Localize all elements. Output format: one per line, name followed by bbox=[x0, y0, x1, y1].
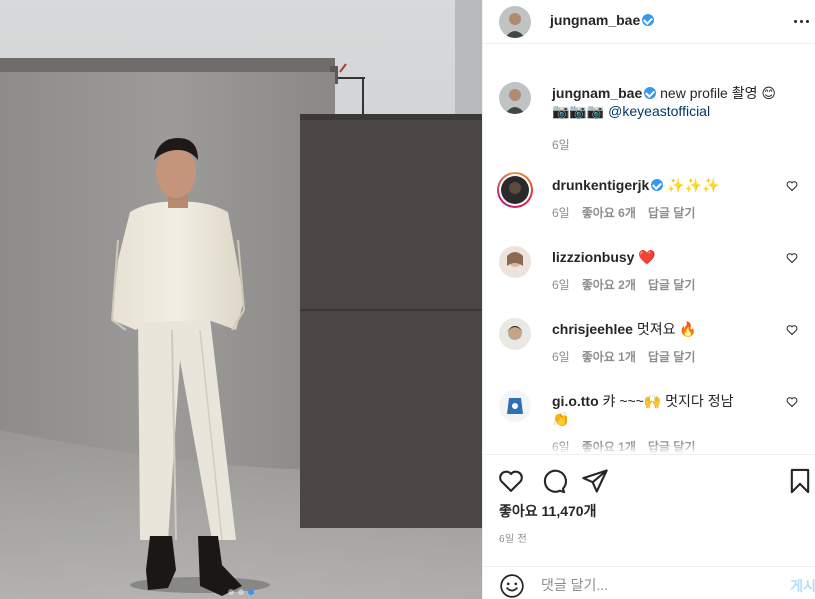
story-ring[interactable] bbox=[497, 172, 533, 208]
carousel-dot bbox=[248, 589, 254, 595]
carousel-dot bbox=[228, 589, 234, 595]
comment-text: lizzzionbusy ❤️ bbox=[552, 248, 780, 266]
caption-avatar[interactable] bbox=[499, 82, 531, 114]
comment-like-heart-icon[interactable] bbox=[786, 396, 798, 408]
like-count[interactable]: 좋아요 11,470개 bbox=[499, 501, 596, 521]
comment-like-heart-icon[interactable] bbox=[786, 180, 798, 192]
reply-button[interactable]: 답글 달기 bbox=[648, 348, 696, 365]
comment-meta: 6일 좋아요 6개 답글 달기 bbox=[552, 204, 695, 221]
avatar-image bbox=[499, 318, 531, 350]
comment-body: 캬 ~~~🙌 멋지다 정남 bbox=[602, 393, 734, 409]
verified-badge-icon bbox=[651, 179, 664, 191]
carousel-dots bbox=[0, 589, 482, 595]
comment-meta: 6일 좋아요 2개 답글 달기 bbox=[552, 276, 695, 293]
comment-username[interactable]: lizzzionbusy bbox=[552, 249, 634, 265]
scroll-fade bbox=[483, 442, 815, 454]
avatar-image bbox=[499, 82, 531, 114]
comment-likes[interactable]: 좋아요 2개 bbox=[582, 276, 636, 293]
more-options-icon[interactable] bbox=[794, 14, 814, 28]
verified-badge-icon bbox=[642, 14, 655, 26]
reply-button[interactable]: 답글 달기 bbox=[648, 204, 696, 221]
comment-body: ✨✨✨ bbox=[667, 177, 720, 193]
comment-text: gi.o.tto 캬 ~~~🙌 멋지다 정남 👏 bbox=[552, 392, 780, 428]
paper-plane-icon[interactable] bbox=[581, 467, 609, 495]
author-avatar[interactable] bbox=[499, 6, 531, 38]
post-actions: 좋아요 11,470개 6일 전 게시 bbox=[483, 454, 815, 599]
comment-body: 멋져요 🔥 bbox=[636, 321, 697, 337]
comment-avatar bbox=[501, 176, 529, 204]
comment-item: chrisjeehlee 멋져요 🔥 6일 좋아요 1개 답글 달기 bbox=[483, 318, 815, 378]
comment-body-line2: 👏 bbox=[552, 411, 570, 427]
comment-text: drunkentigerjk ✨✨✨ bbox=[552, 176, 780, 194]
caption-mentions[interactable]: 📷📷📷 @keyeastofficial bbox=[552, 103, 710, 119]
comment-username[interactable]: gi.o.tto bbox=[552, 393, 599, 409]
comment-item: lizzzionbusy ❤️ 6일 좋아요 2개 답글 달기 bbox=[483, 246, 815, 306]
heart-icon[interactable] bbox=[497, 467, 525, 495]
comment-avatar[interactable] bbox=[499, 390, 531, 422]
avatar-image bbox=[499, 6, 531, 38]
comment-likes[interactable]: 좋아요 6개 bbox=[582, 204, 636, 221]
comment-meta: 6일 좋아요 1개 답글 달기 bbox=[552, 348, 695, 365]
comment-bubble-icon[interactable] bbox=[539, 467, 567, 495]
post-photo[interactable] bbox=[0, 0, 482, 599]
comment-item: drunkentigerjk ✨✨✨ 6일 좋아요 6개 답글 달기 bbox=[483, 172, 815, 234]
comments-list[interactable]: jungnam_bae new profile 촬영 😊 📷📷📷 @keyeas… bbox=[483, 70, 815, 454]
post-comment-button[interactable]: 게시 bbox=[790, 576, 815, 596]
post-time[interactable]: 6일 전 bbox=[499, 530, 527, 545]
author-username[interactable]: jungnam_bae bbox=[550, 12, 640, 28]
caption-time[interactable]: 6일 bbox=[552, 136, 570, 153]
comment-username[interactable]: chrisjeehlee bbox=[552, 321, 633, 337]
smile-icon[interactable] bbox=[499, 573, 525, 599]
caption-text: jungnam_bae new profile 촬영 😊 📷📷📷 @keyeas… bbox=[552, 84, 800, 120]
post-header: jungnam_bae bbox=[483, 0, 815, 44]
avatar-image bbox=[501, 176, 529, 204]
comment-avatar[interactable] bbox=[499, 246, 531, 278]
comment-input[interactable] bbox=[541, 575, 761, 595]
comment-likes[interactable]: 좋아요 1개 bbox=[582, 348, 636, 365]
reply-button[interactable]: 답글 달기 bbox=[648, 276, 696, 293]
comment-text: chrisjeehlee 멋져요 🔥 bbox=[552, 320, 780, 338]
comment-time[interactable]: 6일 bbox=[552, 204, 570, 221]
caption: jungnam_bae new profile 촬영 😊 📷📷📷 @keyeas… bbox=[483, 82, 815, 152]
comment-like-heart-icon[interactable] bbox=[786, 252, 798, 264]
comment-body: ❤️ bbox=[638, 249, 656, 265]
comment-username[interactable]: drunkentigerjk bbox=[552, 177, 649, 193]
avatar-image bbox=[499, 390, 531, 422]
caption-body: new profile 촬영 😊 bbox=[660, 85, 776, 101]
avatar-image bbox=[499, 246, 531, 278]
post-side-panel: jungnam_bae jungnam_bae new profile 촬영 😊… bbox=[482, 0, 815, 599]
comment-box: 게시 bbox=[483, 566, 815, 599]
photo-image bbox=[0, 0, 482, 599]
comment-time[interactable]: 6일 bbox=[552, 276, 570, 293]
verified-badge-icon bbox=[644, 87, 657, 99]
caption-meta: 6일 bbox=[552, 136, 570, 153]
carousel-dot bbox=[238, 589, 244, 595]
comment-like-heart-icon[interactable] bbox=[786, 324, 798, 336]
comment-time[interactable]: 6일 bbox=[552, 348, 570, 365]
comment-avatar[interactable] bbox=[499, 318, 531, 350]
caption-username[interactable]: jungnam_bae bbox=[552, 85, 642, 101]
bookmark-icon[interactable] bbox=[786, 467, 814, 495]
